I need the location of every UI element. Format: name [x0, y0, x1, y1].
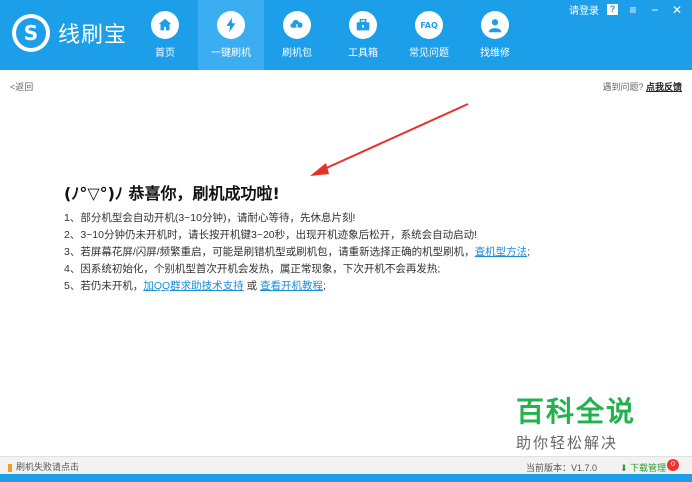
flash-failed-link[interactable]: 刷机失败请点击: [8, 460, 79, 473]
back-link[interactable]: <返回: [10, 80, 33, 93]
version-info: 当前版本：V1.7.0: [526, 461, 597, 474]
close-icon[interactable]: ✕: [670, 3, 684, 17]
instruction-4: 4、因系统初始化，个别机型首次开机会发热，属正常现象，下次开机不会再发热;: [64, 263, 441, 275]
instruction-5-text: 5、若仍未开机，: [64, 280, 144, 292]
lightning-icon: [217, 11, 245, 39]
bottom-strip: [0, 474, 692, 482]
status-bar: 刷机失败请点击 当前版本：V1.7.0 ⬇ 下载管理 0: [0, 456, 692, 474]
version-number: V1.7.0: [571, 463, 598, 473]
nav-label: 刷机包: [282, 48, 312, 59]
watermark-title: 百科全说: [516, 395, 637, 428]
instruction-list: 1、部分机型会自动开机(3~10分钟)，请耐心等待，先休息片刻! 2、3~10分…: [64, 210, 554, 295]
window-controls: 请登录 ? ≡ − ✕: [561, 2, 684, 18]
toolbox-icon: [349, 11, 377, 39]
instruction-5-or: 或: [243, 280, 261, 292]
nav-label: 工具箱: [348, 48, 378, 59]
watermark: 百科全说 助你轻松解决: [516, 390, 636, 453]
cloud-download-icon: [283, 11, 311, 39]
nav-label: 找维修: [480, 48, 510, 59]
instruction-2: 2、3~10分钟仍未开机时，请长按开机键3~20秒，出现开机迹象后松开，系统会自…: [64, 229, 478, 241]
instruction-3-text: 3、若屏幕花屏/闪屏/频繁重启，可能是刷错机型或刷机包，请重新选择正确的机型刷机…: [64, 246, 475, 258]
app-logo: S 线刷宝: [12, 14, 127, 52]
feedback-link[interactable]: 点我反馈: [646, 82, 682, 92]
app-name: 线刷宝: [58, 23, 128, 48]
instruction-5: 5、若仍未开机，加QQ群求助技术支持 或 查看开机教程;: [64, 278, 554, 295]
menu-icon[interactable]: ≡: [626, 3, 640, 17]
nav-item-home[interactable]: 首页: [132, 0, 198, 70]
nav-label: 首页: [155, 48, 175, 59]
download-manager-button[interactable]: ⬇ 下载管理: [620, 461, 666, 474]
version-label: 当前版本：: [526, 463, 572, 473]
feedback-area: 遇到问题? 点我反馈: [602, 80, 682, 93]
nav-label: 常见问题: [409, 48, 449, 59]
minimize-icon[interactable]: −: [648, 3, 662, 17]
sub-bar: <返回 遇到问题? 点我反馈: [0, 70, 692, 98]
logo-icon: S: [12, 14, 50, 52]
watermark-subtitle: 助你轻松解决: [516, 434, 619, 452]
logo-letter: S: [16, 18, 46, 48]
main-nav: 首页 一键刷机 刷机包 工具箱 FAQ 常见问题 找维修: [132, 0, 528, 70]
nav-item-faq[interactable]: FAQ 常见问题: [396, 0, 462, 70]
success-headline: (ﾉ°▽°)ﾉ 恭喜你，刷机成功啦!: [64, 184, 280, 203]
instruction-3: 3、若屏幕花屏/闪屏/频繁重启，可能是刷错机型或刷机包，请重新选择正确的机型刷机…: [64, 244, 554, 261]
faq-icon: FAQ: [415, 11, 443, 39]
download-count-badge: 0: [667, 459, 679, 471]
nav-item-rom-package[interactable]: 刷机包: [264, 0, 330, 70]
nav-item-repair[interactable]: 找维修: [462, 0, 528, 70]
top-bar: S 线刷宝 首页 一键刷机 刷机包 工具箱 FAQ 常见问题 找维修 请登录 ?…: [0, 0, 692, 70]
qq-group-link[interactable]: 加QQ群求助技术支持: [143, 280, 243, 292]
help-icon[interactable]: ?: [607, 4, 618, 15]
problem-label: 遇到问题?: [602, 82, 644, 92]
boot-tutorial-link[interactable]: 查看开机教程: [260, 280, 323, 292]
instruction-5-end: ;: [323, 280, 326, 292]
flash-failed-label: 刷机失败请点击: [16, 462, 80, 472]
repair-person-icon: [481, 11, 509, 39]
warning-marker-icon: [8, 463, 12, 472]
login-link[interactable]: 请登录: [569, 2, 599, 17]
nav-item-toolbox[interactable]: 工具箱: [330, 0, 396, 70]
instruction-3-end: ;: [527, 246, 531, 258]
check-model-link[interactable]: 查机型方法: [475, 246, 528, 258]
home-icon: [151, 11, 179, 39]
download-manager-label: 下载管理: [630, 463, 667, 473]
success-message: (ﾉ°▽°)ﾉ 恭喜你，刷机成功啦! 1、部分机型会自动开机(3~10分钟)，请…: [64, 180, 554, 295]
nav-label: 一键刷机: [211, 48, 251, 59]
instruction-1: 1、部分机型会自动开机(3~10分钟)，请耐心等待，先休息片刻!: [64, 212, 356, 224]
nav-item-flash[interactable]: 一键刷机: [198, 0, 264, 70]
